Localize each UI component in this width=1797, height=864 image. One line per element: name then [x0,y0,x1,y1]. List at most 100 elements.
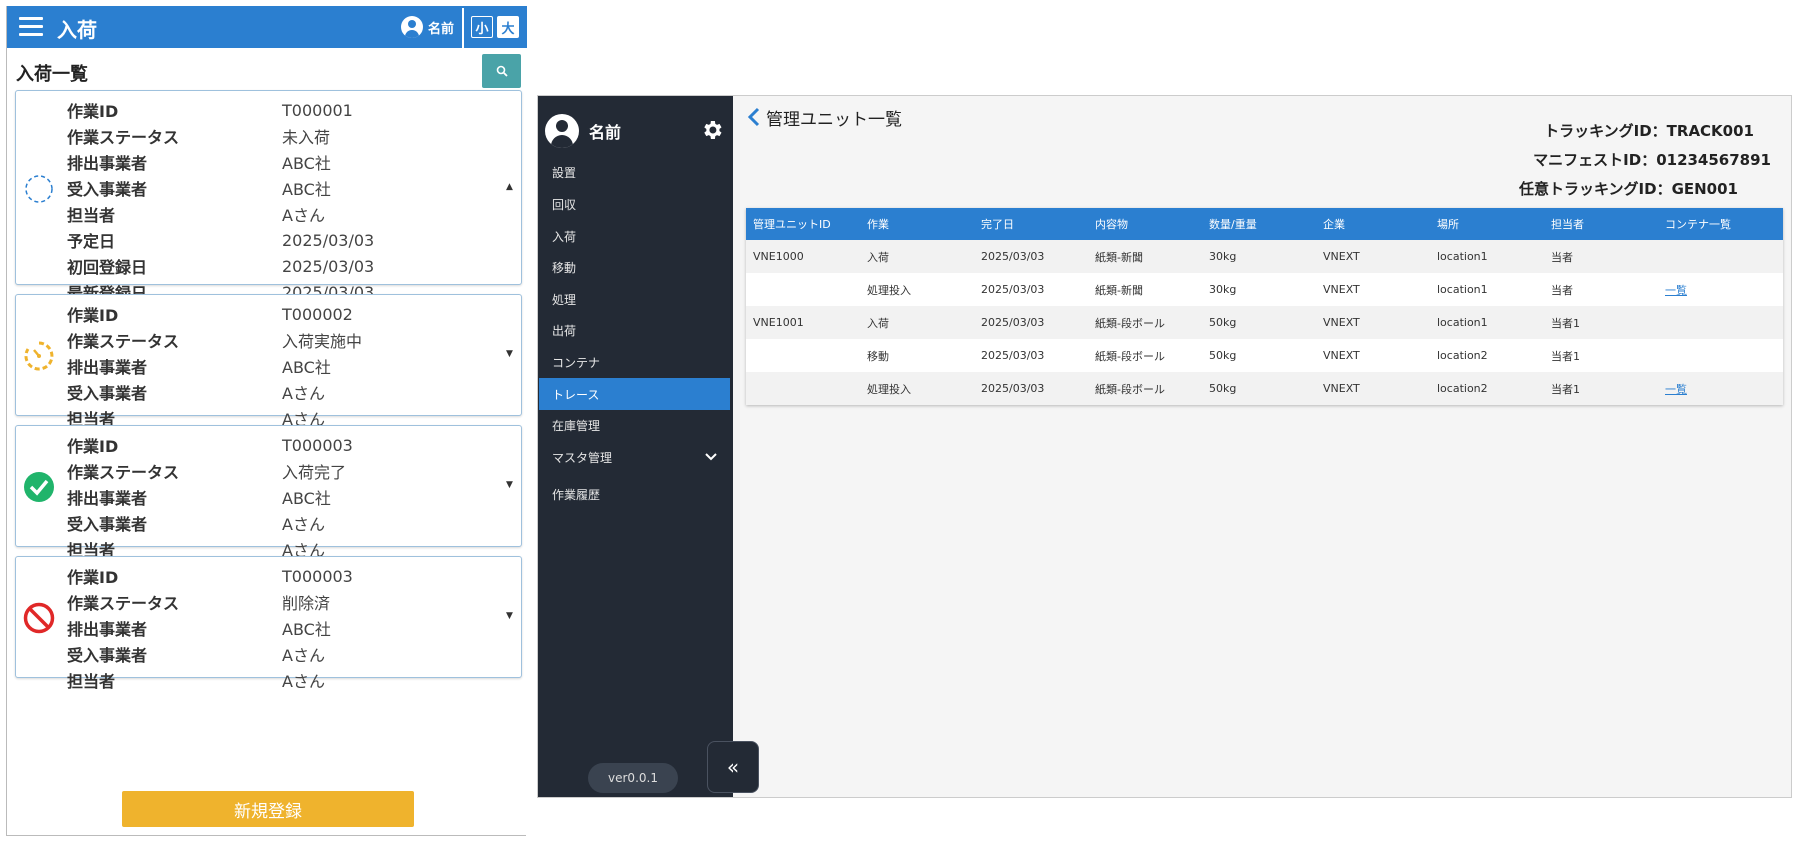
table-cell: VNEXT [1323,349,1360,362]
gear-icon[interactable] [700,118,724,142]
mobile-page-title: 入荷 [57,18,97,42]
card-field-value: 入荷実施中 [282,332,363,351]
table-cell: 紙類-段ボール [1095,349,1165,363]
sidebar-item[interactable]: 処理 [539,283,730,315]
card-field-row: 受入事業者 Aさん [67,641,353,667]
task-card[interactable]: 作業ID T000002 作業ステータス 入荷実施中 排出事業者 ABC社 受入事業者 Aさん… [15,294,522,429]
sidebar-item-label: トレース [552,387,600,402]
table-cell-wrapper: 2025/03/03 [974,316,1088,329]
sidebar-item[interactable]: 回収 [539,188,730,220]
task-card[interactable]: 作業ID T000003 作業ステータス 削除済 排出事業者 ABC社 受入事業者 Aさん 担当… [15,556,522,691]
table-cell-wrapper: VNEXT [1316,250,1430,263]
card-field-label: 作業ステータス [67,463,180,482]
table-cell-wrapper: 当者 [1544,249,1658,265]
expand-caret-icon[interactable]: ▼ [506,611,513,621]
card-field-value: Aさん [282,515,325,534]
sidebar-item[interactable]: 出荷 [539,314,730,346]
card-field-label: 受入事業者 [67,384,148,403]
sidebar-user[interactable]: 名前 [545,114,621,148]
table-cell: location1 [1437,250,1488,263]
table-cell-wrapper: 2025/03/03 [974,349,1088,362]
table-cell-wrapper: 紙類-新聞 [1088,249,1202,265]
table-cell: 移動 [867,349,889,363]
card-field-label: 作業ID [67,568,119,587]
card-field-row: 作業ID T000001 [67,97,374,123]
table-row: 移動 2025/03/03 紙類-段ボール 50kg VNEXT location2 当者1 [746,339,1783,372]
table-cell-wrapper: 50kg [1202,382,1316,395]
search-button[interactable] [482,54,521,88]
table-cell-wrapper: location1 [1430,250,1544,263]
card-field-label: 排出事業者 [67,358,148,377]
column-header[interactable]: 担当者 [1544,216,1658,232]
table-cell-wrapper: 50kg [1202,316,1316,329]
sidebar-item[interactable]: トレース [539,378,730,410]
table-cell: 当者 [1551,250,1573,264]
table-cell: location1 [1437,283,1488,296]
list-title: 入荷一覧 [16,64,88,85]
sidebar-item-label: 回収 [552,197,577,212]
sidebar-item-label: 作業履歴 [552,487,601,502]
column-header[interactable]: 内容物 [1088,216,1202,232]
back-chevron-icon[interactable] [746,106,762,128]
card-field-label: 作業ID [67,437,119,456]
sidebar-item[interactable]: 入荷 [539,220,730,252]
sidebar-item[interactable]: 作業履歴 [539,478,730,510]
sidebar-item[interactable]: 移動 [539,251,730,283]
card-field-label: 作業ID [67,306,119,325]
collapse-caret-icon[interactable]: ▲ [506,182,513,192]
table-cell-wrapper: 紙類-段ボール [1088,381,1202,397]
hamburger-menu-icon[interactable] [19,17,43,37]
column-header[interactable]: 場所 [1430,216,1544,232]
font-size-large-button[interactable]: 大 [497,16,519,38]
card-field-row: 作業ステータス 入荷実施中 [67,327,362,353]
expand-caret-icon[interactable]: ▼ [506,349,513,359]
column-header[interactable]: コンテナ一覧 [1658,216,1783,232]
card-field-value: T000002 [282,304,353,324]
card-field-value: 削除済 [282,594,331,613]
column-header[interactable]: 数量/重量 [1202,216,1316,232]
table-cell-wrapper: VNE1000 [746,250,860,263]
sidebar-item-label: コンテナ [552,355,601,370]
user-menu[interactable]: 名前 [401,16,454,38]
table-cell-wrapper: VNEXT [1316,382,1430,395]
font-size-small-button[interactable]: 小 [471,16,493,38]
task-card[interactable]: 作業ID T000001 作業ステータス 未入荷 排出事業者 ABC社 受入事業者 ABC社担… [15,90,522,303]
card-field-value: Aさん [282,384,325,403]
sidebar-item[interactable]: 在庫管理 [539,409,730,441]
column-header[interactable]: 完了日 [974,216,1088,232]
sidebar-item[interactable]: 設置 [539,156,730,188]
column-header[interactable]: 管理ユニットID [746,216,860,232]
expand-caret-icon[interactable]: ▼ [506,480,513,490]
table-cell-wrapper: 2025/03/03 [974,382,1088,395]
container-list-link[interactable]: 一覧 [1665,383,1687,396]
desktop-screen: 名前 設置 回収 入荷 移動 処理 出荷 コンテナ トレース 在庫管理 マスタ管理 作業履歴 ver… [537,95,1792,798]
sidebar-item[interactable]: コンテナ [539,346,730,378]
table-cell: 50kg [1209,349,1237,362]
card-field-label: 排出事業者 [67,154,148,173]
column-header[interactable]: 企業 [1316,216,1430,232]
sidebar-item-label: 出荷 [552,323,577,338]
mobile-screen: 入荷 名前 小 大 入荷一覧 作業ID T000001 作業ステータス 未入荷 排出事業… [6,6,527,836]
table-cell: 処理投入 [867,283,911,297]
table-cell: 50kg [1209,382,1237,395]
card-field-label: 予定日 [67,232,116,251]
table-cell: 処理投入 [867,382,911,396]
new-registration-button[interactable]: 新規登録 [122,791,414,827]
card-field-label: 受入事業者 [67,515,148,534]
card-field-row: 受入事業者 ABC社 [67,175,374,201]
table-cell-wrapper: 当者1 [1544,381,1658,397]
table-cell-wrapper: location2 [1430,382,1544,395]
card-field-row: 作業ステータス 削除済 [67,589,353,615]
card-field-value: T000003 [282,566,353,586]
mobile-header: 入荷 名前 小 大 [7,6,527,48]
table-cell-wrapper: 処理投入 [860,282,974,298]
table-cell: VNE1000 [753,250,804,263]
sidebar-item[interactable]: マスタ管理 [539,441,730,473]
container-list-link[interactable]: 一覧 [1665,284,1687,297]
chevron-down-icon[interactable] [704,450,718,464]
task-card[interactable]: 作業ID T000003 作業ステータス 入荷完了 排出事業者 ABC社 受入事業者 Aさん担… [15,425,522,560]
column-header[interactable]: 作業 [860,216,974,232]
card-field-row: 予定日 2025/03/03 [67,227,374,253]
collapse-sidebar-button[interactable]: « [707,741,759,793]
table-cell-wrapper: 30kg [1202,250,1316,263]
